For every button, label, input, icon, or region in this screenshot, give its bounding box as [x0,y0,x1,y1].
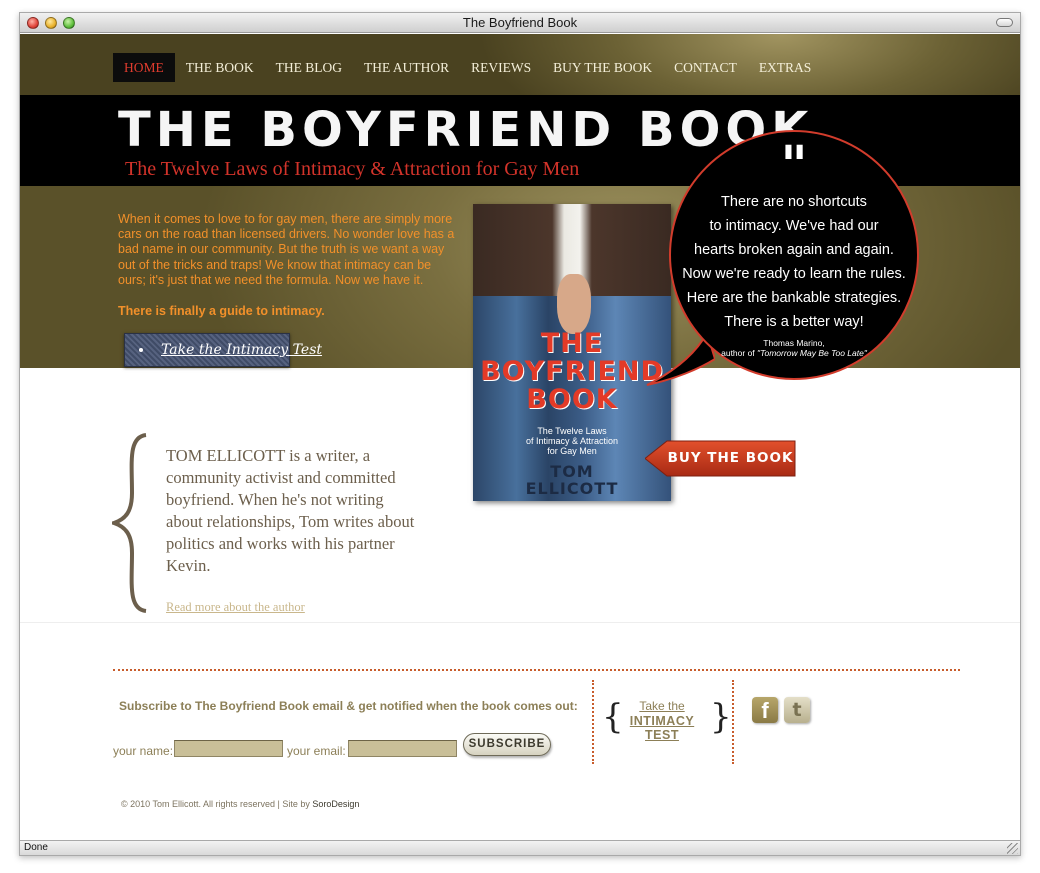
footer-separator [732,680,734,764]
author-bio: TOM ELLICOTT is a writer, a community ac… [166,446,415,575]
cover-photo-hands [557,274,591,334]
buy-the-book-label: BUY THE BOOK [667,450,794,466]
quote-bubble: " There are no shortcuts to intimacy. We… [669,130,919,380]
email-input[interactable] [348,740,457,757]
cover-title-line: BOOK [526,384,618,415]
bullet-icon [139,348,143,352]
toolbar-toggle-button[interactable] [996,18,1013,27]
intimacy-test-button[interactable]: Take the Intimacy Test [124,333,322,367]
read-more-author-link[interactable]: Read more about the author [166,600,305,615]
cover-title: THE BOYFRIEND BOOK [473,330,671,414]
brace-close-icon: } [710,697,732,737]
subscribe-prompt: Subscribe to The Boyfriend Book email & … [119,699,578,713]
cover-author-line: ELLICOTT [525,479,619,498]
nav-home[interactable]: HOME [113,53,175,82]
footer-separator [592,680,594,764]
status-bar: Done [20,840,1020,855]
intimacy-test-label: Take the Intimacy Test [161,342,323,358]
nav-buy-the-book[interactable]: BUY THE BOOK [542,53,663,82]
attribution-name: Thomas Marino, [763,338,825,348]
quote-line: Here are the bankable strategies. [686,290,902,306]
nav-extras[interactable]: EXTRAS [748,53,823,82]
quote-line: Now we're ready to learn the rules. [682,266,906,282]
quote-text: There are no shortcuts to intimacy. We'v… [671,190,917,334]
quote-line: There is a better way! [724,314,864,330]
window-title: The Boyfriend Book [462,15,578,30]
left-brace-icon [112,433,147,613]
cover-author-line: TOM [550,462,594,481]
quote-attribution: Thomas Marino, author of "Tomorrow May B… [671,338,917,358]
cover-subtitle-line: for Gay Men [547,446,597,456]
cover-subtitle: The Twelve Laws of Intimacy & Attraction… [473,426,671,456]
buy-the-book-button[interactable]: BUY THE BOOK [645,440,796,477]
title-bar: The Boyfriend Book [20,13,1020,33]
quote-mark-icon: " [780,135,808,196]
attribution-work: "Tomorrow May Be Too Late" [757,348,867,358]
subscribe-button[interactable]: SUBSCRIBE [463,733,551,756]
name-input[interactable] [174,740,283,757]
twitter-icon[interactable]: t [784,697,810,723]
main-nav: HOME THE BOOK THE BLOG THE AUTHOR REVIEW… [113,53,822,82]
cover-subtitle-line: The Twelve Laws [537,426,607,436]
nav-band: HOME THE BOOK THE BLOG THE AUTHOR REVIEW… [20,34,1020,95]
attribution-work-line: author of "Tomorrow May Be Too Late" [671,348,917,358]
copyright-text: © 2010 Tom Ellicott. All rights reserved… [121,799,310,809]
quote-line: hearts broken again and again. [694,242,894,258]
footer-intimacy-test-small[interactable]: Take the [617,699,707,713]
intro-emphasis: There is finally a guide to intimacy. [118,304,325,318]
nav-the-blog[interactable]: THE BLOG [265,53,353,82]
attribution-prefix: author of [721,348,755,358]
browser-window: The Boyfriend Book HOME THE BOOK THE BLO… [19,12,1021,856]
cover-title-line: BOYFRIEND [480,356,664,387]
nav-the-author[interactable]: THE AUTHOR [353,53,460,82]
intro-paragraph: When it comes to love to for gay men, th… [118,212,455,287]
footer-divider [113,669,960,671]
designer-link[interactable]: SoroDesign [312,799,359,809]
section-divider [20,622,1020,623]
site-subtitle: The Twelve Laws of Intimacy & Attraction… [125,158,580,180]
book-cover[interactable]: THE BOYFRIEND BOOK The Twelve Laws of In… [473,204,671,501]
name-label: your name: [113,744,174,758]
facebook-icon[interactable]: f [752,697,778,723]
facebook-glyph: f [761,698,769,723]
cover-author: TOM ELLICOTT [473,463,671,497]
cover-subtitle-line: of Intimacy & Attraction [525,436,619,446]
quote-line: to intimacy. We've had our [709,218,879,234]
copyright: © 2010 Tom Ellicott. All rights reserved… [121,799,359,809]
nav-contact[interactable]: CONTACT [663,53,748,82]
cover-title-line: THE [540,328,604,359]
resize-grip-icon[interactable] [1007,843,1018,854]
status-text: Done [24,842,48,853]
footer-intimacy-test-link[interactable]: INTIMACY TEST [617,714,707,742]
quote-line: There are no shortcuts [721,194,867,210]
nav-reviews[interactable]: REVIEWS [460,53,542,82]
twitter-glyph: t [792,699,802,721]
nav-the-book[interactable]: THE BOOK [175,53,265,82]
email-label: your email: [287,744,346,758]
